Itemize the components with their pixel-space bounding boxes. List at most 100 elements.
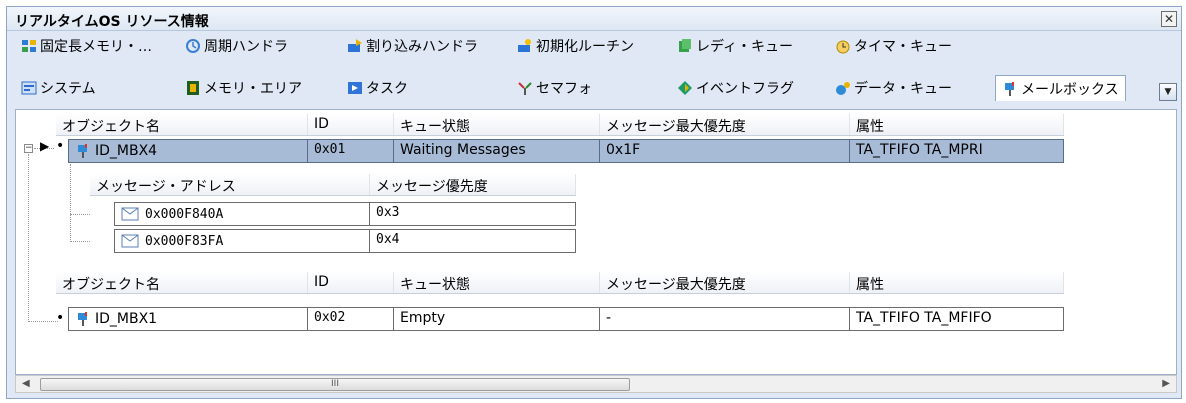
row-pointer-icon: ▶ — [40, 139, 50, 153]
tab-timer-queue[interactable]: タイマ・キュー — [835, 35, 952, 57]
cell-queue-state: Empty — [394, 307, 600, 331]
tab-label: 固定長メモリ・… — [40, 39, 152, 55]
mailbox-icon — [78, 312, 87, 326]
eventflag-icon — [678, 81, 692, 95]
message-row[interactable]: 0x000F83FA 0x4 — [114, 229, 576, 253]
window-title: リアルタイムOS リソース情報 — [15, 14, 209, 30]
tab-label: レディ・キュー — [696, 39, 794, 55]
column-header-object-name[interactable]: オブジェクト名 — [56, 114, 308, 135]
cell-id: 0x02 — [308, 307, 394, 331]
horizontal-scrollbar[interactable]: ◀ III ▶ — [15, 375, 1177, 393]
column-header-row: オブジェクト名 ID キュー状態 メッセージ最大優先度 属性 — [56, 114, 1064, 136]
cell-message-address: 0x000F840A — [114, 202, 370, 226]
column-header-id[interactable]: ID — [308, 272, 394, 293]
close-button[interactable]: ✕ — [1161, 11, 1177, 27]
cell-message-priority: 0x3 — [370, 202, 576, 226]
scroll-right-arrow-icon[interactable]: ▶ — [1162, 378, 1170, 389]
cell-max-priority: - — [600, 307, 850, 331]
ready-queue-icon — [679, 39, 691, 52]
tree-line — [28, 321, 58, 322]
object-name: ID_MBX4 — [95, 143, 158, 159]
cell-attribute: TA_TFIFO TA_MPRI — [850, 139, 1064, 163]
cyclic-handler-icon — [186, 39, 200, 53]
tab-label: 周期ハンドラ — [204, 39, 288, 55]
tree-line — [28, 154, 29, 322]
cell-max-priority: 0x1F — [600, 139, 850, 163]
tab-task[interactable]: タスク — [347, 77, 408, 99]
column-header-queue-state[interactable]: キュー状態 — [394, 272, 600, 293]
cell-attribute: TA_TFIFO TA_MFIFO — [850, 307, 1064, 331]
message-row[interactable]: 0x000F840A 0x3 — [114, 202, 576, 226]
tree-line — [70, 164, 71, 242]
cell-object-name: ID_MBX1 — [68, 307, 308, 331]
tab-list-dropdown-button[interactable]: ▼ — [1159, 83, 1177, 101]
column-header-max-priority[interactable]: メッセージ最大優先度 — [600, 114, 850, 135]
tab-semaphore[interactable]: セマフォ — [517, 77, 592, 99]
mailbox-icon — [1005, 81, 1014, 96]
mailbox-grid: オブジェクト名 ID キュー状態 メッセージ最大優先度 属性 − ▶ • ID_… — [15, 109, 1177, 375]
column-header-id[interactable]: ID — [308, 114, 394, 135]
message-column-header-row: メッセージ・アドレス メッセージ優先度 — [90, 174, 576, 196]
column-header-attribute[interactable]: 属性 — [850, 272, 1064, 293]
tab-label: タスク — [366, 81, 408, 97]
system-icon — [21, 81, 37, 95]
tab-label: 初期化ルーチン — [536, 39, 634, 55]
title-bar: リアルタイムOS リソース情報 ✕ — [7, 7, 1181, 31]
mailbox-icon — [78, 144, 87, 158]
tab-label: タイマ・キュー — [854, 39, 952, 55]
column-header-max-priority[interactable]: メッセージ最大優先度 — [600, 272, 850, 293]
table-row[interactable]: ID_MBX1 0x02 Empty - TA_TFIFO TA_MFIFO — [68, 307, 1064, 331]
collapse-toggle[interactable]: − — [24, 144, 33, 153]
semaphore-icon — [518, 82, 532, 95]
row-bullet-icon: • — [56, 310, 65, 326]
column-header-attribute[interactable]: 属性 — [850, 114, 1064, 135]
message-address: 0x000F83FA — [145, 233, 224, 249]
tab-cyclic-handler[interactable]: 周期ハンドラ — [185, 35, 288, 57]
tree-line — [70, 214, 90, 215]
cell-object-name: ID_MBX4 — [68, 139, 308, 163]
row-bullet-icon: • — [56, 138, 65, 154]
tab-ready-queue[interactable]: レディ・キュー — [677, 35, 793, 57]
object-name: ID_MBX1 — [95, 311, 158, 327]
window-frame: リアルタイムOS リソース情報 ✕ 固定長メモリ・… 周期ハンドラ 割り込みハン… — [6, 6, 1182, 399]
data-queue-icon — [836, 82, 850, 95]
envelope-icon — [121, 207, 139, 221]
tab-row-1: 固定長メモリ・… 周期ハンドラ 割り込みハンドラ 初期化ルーチン レディ・キュー… — [7, 33, 1181, 57]
tab-data-queue[interactable]: データ・キュー — [835, 77, 952, 99]
tab-label: メールボックス — [1021, 81, 1119, 98]
scrollbar-grip: III — [331, 379, 339, 389]
tab-system[interactable]: システム — [21, 77, 96, 99]
tab-fixed-memory[interactable]: 固定長メモリ・… — [21, 35, 152, 57]
cell-message-address: 0x000F83FA — [114, 229, 370, 253]
column-header-object-name[interactable]: オブジェクト名 — [56, 272, 308, 293]
memory-area-icon — [187, 81, 199, 95]
tab-label: システム — [40, 81, 96, 97]
column-header-queue-state[interactable]: キュー状態 — [394, 114, 600, 135]
column-header-message-address[interactable]: メッセージ・アドレス — [90, 174, 370, 195]
scroll-left-arrow-icon[interactable]: ◀ — [22, 378, 30, 389]
message-address: 0x000F840A — [145, 206, 224, 222]
tab-mailbox[interactable]: メールボックス — [995, 75, 1126, 101]
tab-label: セマフォ — [536, 81, 592, 97]
tab-label: 割り込みハンドラ — [366, 39, 478, 55]
cell-id: 0x01 — [308, 139, 394, 163]
task-icon — [348, 82, 362, 94]
fixed-memory-icon — [22, 40, 36, 52]
tab-init-routine[interactable]: 初期化ルーチン — [517, 35, 634, 57]
interrupt-handler-icon — [348, 39, 362, 52]
envelope-icon — [121, 234, 139, 248]
init-routine-icon — [518, 39, 531, 52]
table-row[interactable]: ID_MBX4 0x01 Waiting Messages 0x1F TA_TF… — [68, 139, 1064, 163]
cell-queue-state: Waiting Messages — [394, 139, 600, 163]
tab-label: データ・キュー — [854, 81, 952, 97]
column-header-row: オブジェクト名 ID キュー状態 メッセージ最大優先度 属性 — [56, 272, 1064, 294]
tab-eventflag[interactable]: イベントフラグ — [677, 77, 794, 99]
tab-memory-area[interactable]: メモリ・エリア — [185, 77, 302, 99]
column-header-message-priority[interactable]: メッセージ優先度 — [370, 174, 576, 195]
tab-label: メモリ・エリア — [204, 81, 302, 97]
scrollbar-thumb[interactable]: III — [40, 378, 630, 391]
tab-row-2: システム メモリ・エリア タスク セマフォ イベントフラグ データ・キュー メー… — [7, 57, 1181, 101]
tree-line — [70, 241, 90, 242]
timer-queue-icon — [836, 40, 850, 54]
tab-interrupt-handler[interactable]: 割り込みハンドラ — [347, 35, 478, 57]
